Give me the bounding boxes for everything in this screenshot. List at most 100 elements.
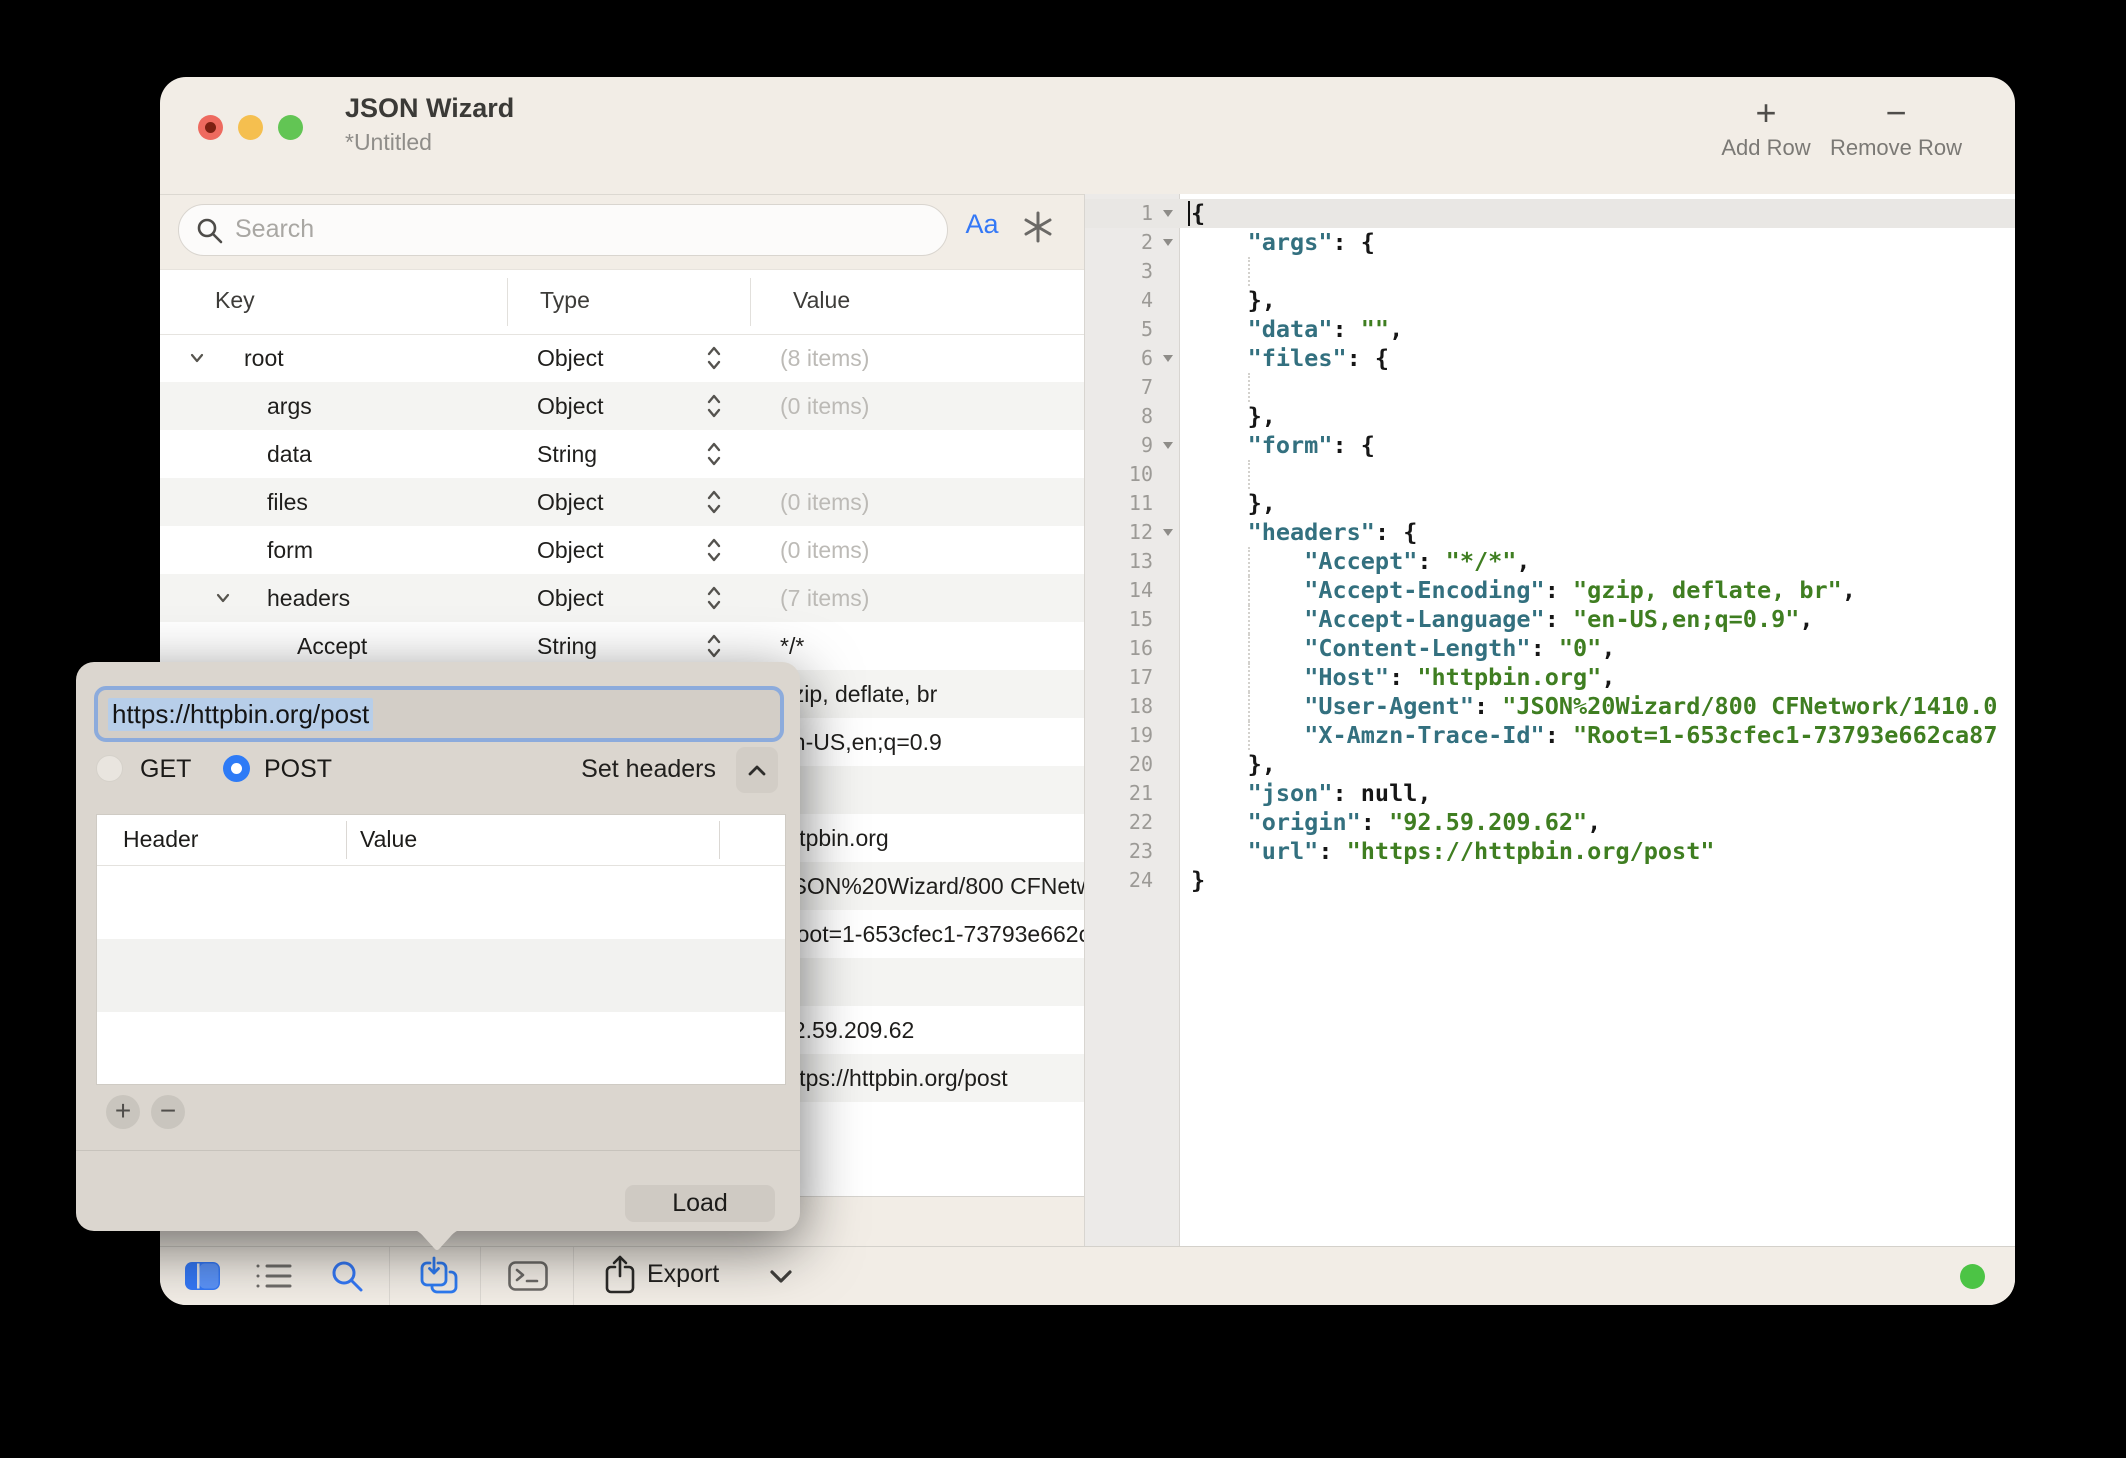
get-radio-label[interactable]: GET [140,755,191,784]
line-number: 5 [1085,315,1179,344]
chevron-down-icon [768,1269,794,1285]
editor-line: 5 "data": "", [1085,315,2015,344]
row-value: JSON%20Wizard/800 CFNetwork/1410.0 [780,873,1084,900]
table-row[interactable]: formObject(0 items) [160,526,1084,574]
headers-table-row[interactable] [97,866,785,939]
table-row[interactable]: rootObject(8 items) [160,334,1084,382]
type-stepper-icon[interactable] [705,535,723,570]
header-column-label: Header [123,826,198,853]
disclosure-chevron-icon[interactable] [215,590,231,611]
table-row[interactable]: headersObject(7 items) [160,574,1084,622]
code-line-text: "User-Agent": "JSON%20Wizard/800 CFNetwo… [1179,692,1997,721]
list-view-button[interactable] [255,1262,293,1295]
line-number: 23 [1085,837,1179,866]
table-row[interactable]: data String [160,430,1084,478]
bottom-toolbar: Export [160,1246,2015,1305]
fold-triangle-icon[interactable] [1163,239,1173,246]
disclosure-chevron-icon[interactable] [189,350,205,371]
row-type: Object [537,585,603,612]
table-row[interactable]: filesObject(0 items) [160,478,1084,526]
close-button[interactable] [198,115,223,140]
type-stepper-icon[interactable] [705,439,723,474]
code-line-text: }, [1179,750,1276,779]
code-line-text [1179,373,1248,402]
match-case-button[interactable]: Aa [958,209,1006,240]
editor-line: 22 "origin": "92.59.209.62", [1085,808,2015,837]
add-header-button[interactable]: + [106,1095,140,1129]
line-number: 22 [1085,808,1179,837]
line-number: 17 [1085,663,1179,692]
row-type: String [537,441,597,468]
magnifier-icon [329,1258,365,1294]
code-line-text: "files": { [1179,344,1389,373]
type-stepper-icon[interactable] [705,583,723,618]
headers-table-header: Header Value [97,815,785,866]
line-number: 9 [1085,431,1179,460]
post-radio-label[interactable]: POST [264,755,332,784]
row-type: Object [537,537,603,564]
url-input-value: https://httpbin.org/post [108,698,373,731]
code-line-text: }, [1179,402,1276,431]
load-button[interactable]: Load [625,1185,775,1222]
row-value: (0 items) [780,489,869,516]
terminal-icon [508,1261,548,1291]
search-icon [195,216,225,246]
list-icon [255,1262,293,1290]
column-header-key[interactable]: Key [215,287,255,314]
zoom-button[interactable] [278,115,303,140]
type-stepper-icon[interactable] [705,391,723,426]
fold-triangle-icon[interactable] [1163,210,1173,217]
row-value: (7 items) [780,585,869,612]
type-stepper-icon[interactable] [705,343,723,378]
post-radio[interactable] [223,755,250,782]
json-source-editor[interactable]: 1{2 "args": {3 4 },5 "data": "",6 "files… [1084,194,2015,1247]
fold-triangle-icon[interactable] [1163,529,1173,536]
chevron-up-icon [747,763,767,777]
editor-line: 12 "headers": { [1085,518,2015,547]
type-stepper-icon[interactable] [705,487,723,522]
toggle-sidebar-button[interactable] [184,1261,221,1296]
editor-line: 16 "Content-Length": "0", [1085,634,2015,663]
fold-triangle-icon[interactable] [1163,442,1173,449]
row-value: https://httpbin.org/post [780,1065,1008,1092]
search-placeholder: Search [235,215,314,244]
export-label[interactable]: Export [647,1260,719,1289]
text-caret [1188,201,1190,226]
collapse-headers-button[interactable] [736,747,778,793]
editor-line: 13 "Accept": "*/*", [1085,547,2015,576]
row-key: data [267,441,312,468]
headers-table-row[interactable] [97,1012,785,1085]
row-value: (0 items) [780,393,869,420]
fold-triangle-icon[interactable] [1163,355,1173,362]
line-number: 13 [1085,547,1179,576]
minus-icon: − [1808,95,1984,131]
row-value: (8 items) [780,345,869,372]
row-type: Object [537,345,603,372]
get-radio[interactable] [96,755,123,782]
row-key: form [267,537,313,564]
headers-table-row[interactable] [97,939,785,1012]
editor-line: 20 }, [1085,750,2015,779]
column-header-value[interactable]: Value [793,287,850,314]
export-menu-chevron[interactable] [768,1269,794,1290]
sidebar-icon [184,1261,221,1291]
console-button[interactable] [508,1261,548,1296]
line-number: 6 [1085,344,1179,373]
url-input[interactable]: https://httpbin.org/post [94,686,784,742]
headers-table[interactable]: Header Value [96,814,786,1085]
remove-row-label: Remove Row [1808,135,1984,161]
search-input[interactable]: Search [178,204,948,256]
type-stepper-icon[interactable] [705,631,723,666]
find-button[interactable] [329,1258,365,1299]
remove-row-button[interactable]: − Remove Row [1808,95,1984,161]
regex-asterisk-button[interactable] [1018,206,1058,248]
export-button[interactable] [604,1254,636,1301]
row-type: Object [537,393,603,420]
minimize-button[interactable] [238,115,263,140]
remove-header-button[interactable]: − [151,1095,185,1129]
line-number: 14 [1085,576,1179,605]
load-from-url-button[interactable] [418,1256,460,1301]
column-divider [719,821,720,859]
column-header-type[interactable]: Type [540,287,590,314]
table-row[interactable]: argsObject(0 items) [160,382,1084,430]
